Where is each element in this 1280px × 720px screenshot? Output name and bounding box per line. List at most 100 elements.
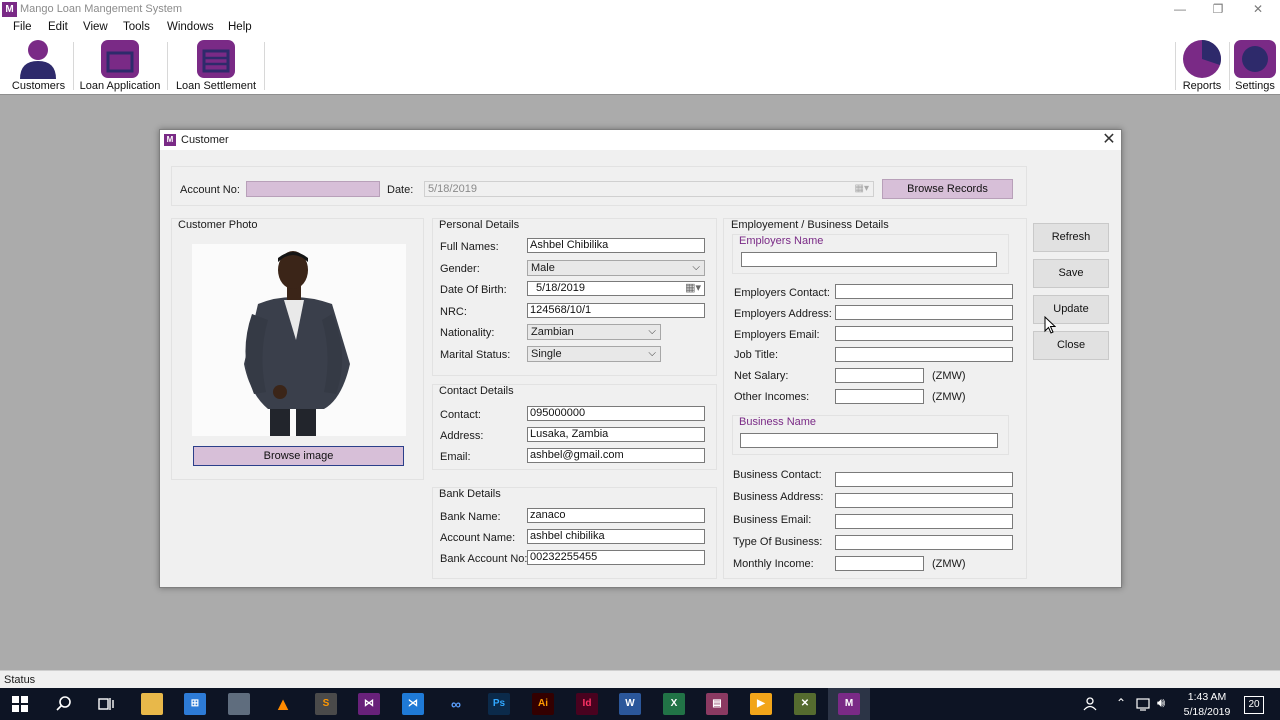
email-field[interactable]: ashbel@gmail.com bbox=[527, 448, 705, 463]
employers-name-group: Employers Name bbox=[732, 234, 1009, 274]
menu-edit[interactable]: Edit bbox=[48, 21, 68, 33]
visual-studio-icon[interactable]: ⋈ bbox=[358, 693, 380, 715]
vlc-icon[interactable]: ▲ bbox=[272, 693, 294, 715]
business-address-field[interactable] bbox=[835, 493, 1013, 508]
restore-button[interactable]: ❐ bbox=[1198, 0, 1238, 19]
store-icon[interactable]: ⊞ bbox=[184, 693, 206, 715]
menu-bar: File Edit View Tools Windows Help bbox=[0, 19, 1280, 38]
mouse-cursor-icon bbox=[1044, 316, 1056, 334]
other-incomes-field[interactable] bbox=[835, 389, 924, 404]
close-button[interactable]: Close bbox=[1033, 331, 1109, 360]
refresh-button[interactable]: Refresh bbox=[1033, 223, 1109, 252]
app-title: Mango Loan Mangement System bbox=[20, 3, 183, 15]
gender-select[interactable]: Male ⌵ bbox=[527, 260, 705, 276]
excel-icon[interactable]: X bbox=[663, 693, 685, 715]
minimize-button[interactable]: — bbox=[1160, 0, 1200, 19]
employers-name-title: Employers Name bbox=[739, 235, 824, 247]
nationality-label: Nationality: bbox=[440, 327, 495, 339]
illustrator-icon[interactable]: Ai bbox=[532, 693, 554, 715]
status-bar: Status bbox=[0, 670, 1280, 688]
account-group: Account No: Date: 5/18/2019 ▦▾ Browse Re… bbox=[171, 166, 1027, 206]
marital-status-select[interactable]: Single ⌵ bbox=[527, 346, 661, 362]
customers-button[interactable]: Customers bbox=[5, 38, 72, 94]
search-icon[interactable] bbox=[56, 696, 72, 712]
winrar-icon[interactable]: ▤ bbox=[706, 693, 728, 715]
business-name-group: Business Name bbox=[732, 415, 1009, 455]
monthly-income-field[interactable] bbox=[835, 556, 924, 571]
employers-email-field[interactable] bbox=[835, 326, 1013, 341]
toolbar-divider bbox=[73, 42, 74, 90]
nationality-select[interactable]: Zambian ⌵ bbox=[527, 324, 661, 340]
sublime-icon[interactable]: S bbox=[315, 693, 337, 715]
personal-details-title: Personal Details bbox=[439, 219, 520, 231]
menu-windows[interactable]: Windows bbox=[167, 21, 214, 33]
net-salary-field[interactable] bbox=[835, 368, 924, 383]
indesign-icon[interactable]: Id bbox=[576, 693, 598, 715]
tools-icon[interactable]: ✕ bbox=[794, 693, 816, 715]
app-close-button[interactable]: ✕ bbox=[1238, 0, 1278, 19]
dialog-close-button[interactable]: ✕ bbox=[1100, 131, 1118, 149]
settings-button[interactable]: Settings bbox=[1231, 38, 1279, 94]
media-player-icon[interactable]: ▶ bbox=[750, 693, 772, 715]
app-logo-icon: M bbox=[2, 2, 17, 17]
customer-icon bbox=[20, 40, 56, 79]
contact-field[interactable]: 095000000 bbox=[527, 406, 705, 421]
people-icon[interactable] bbox=[1082, 697, 1098, 711]
full-names-field[interactable]: Ashbel Chibilika bbox=[527, 238, 705, 253]
employers-contact-field[interactable] bbox=[835, 284, 1013, 299]
marital-status-label: Marital Status: bbox=[440, 349, 511, 361]
nrc-field[interactable]: 124568/10/1 bbox=[527, 303, 705, 318]
chevron-up-icon[interactable]: ⌃ bbox=[1116, 696, 1126, 710]
employers-address-field[interactable] bbox=[835, 305, 1013, 320]
business-name-field[interactable] bbox=[740, 433, 998, 448]
reports-button[interactable]: Reports bbox=[1177, 38, 1227, 94]
date-picker[interactable]: 5/18/2019 ▦▾ bbox=[424, 181, 874, 197]
dialog-title-bar: M Customer ✕ bbox=[160, 130, 1121, 150]
menu-view[interactable]: View bbox=[83, 21, 108, 33]
date-of-birth-picker[interactable]: 5/18/2019 ▦▾ bbox=[527, 281, 705, 296]
business-email-field[interactable] bbox=[835, 514, 1013, 529]
toolbar-divider bbox=[1175, 42, 1176, 90]
clock-date[interactable]: 5/18/2019 bbox=[1178, 706, 1236, 718]
browse-image-button[interactable]: Browse image bbox=[193, 446, 404, 466]
vscode-icon[interactable]: ⋊ bbox=[402, 693, 424, 715]
customers-label: Customers bbox=[11, 80, 66, 92]
date-value: 5/18/2019 bbox=[428, 183, 477, 195]
pie-chart-icon bbox=[1183, 40, 1221, 78]
link-icon[interactable]: ∞ bbox=[445, 693, 467, 715]
network-icon[interactable] bbox=[1136, 697, 1152, 711]
save-button[interactable]: Save bbox=[1033, 259, 1109, 288]
mango-loan-taskbar-button[interactable]: M bbox=[828, 688, 870, 720]
task-view-icon[interactable] bbox=[98, 696, 114, 712]
bank-account-no-label: Bank Account No: bbox=[440, 553, 528, 565]
loan-application-button[interactable]: Loan Application bbox=[77, 38, 163, 94]
settings-label: Settings bbox=[1235, 80, 1275, 92]
file-explorer-icon[interactable] bbox=[141, 693, 163, 715]
notification-icon[interactable]: 20 bbox=[1244, 696, 1264, 714]
account-no-field[interactable] bbox=[246, 181, 380, 197]
bank-details-title: Bank Details bbox=[439, 488, 501, 500]
clock-time[interactable]: 1:43 AM bbox=[1180, 691, 1234, 703]
business-email-label: Business Email: bbox=[733, 514, 812, 526]
loan-settlement-button[interactable]: Loan Settlement bbox=[172, 38, 260, 94]
menu-help[interactable]: Help bbox=[228, 21, 252, 33]
menu-tools[interactable]: Tools bbox=[123, 21, 150, 33]
word-icon[interactable]: W bbox=[619, 693, 641, 715]
customer-photo-group: Customer Photo Browse image bbox=[171, 218, 424, 480]
business-contact-field[interactable] bbox=[835, 472, 1013, 487]
vmware-icon[interactable] bbox=[228, 693, 250, 715]
bank-account-no-field[interactable]: 00232255455 bbox=[527, 550, 705, 565]
volume-icon[interactable]: 🔊︎ bbox=[1157, 695, 1165, 711]
windows-start-icon[interactable] bbox=[12, 696, 28, 712]
employers-name-field[interactable] bbox=[741, 252, 997, 267]
job-title-field[interactable] bbox=[835, 347, 1013, 362]
type-of-business-field[interactable] bbox=[835, 535, 1013, 550]
email-label: Email: bbox=[440, 451, 471, 463]
bank-name-field[interactable]: zanaco bbox=[527, 508, 705, 523]
menu-file[interactable]: File bbox=[13, 21, 32, 33]
browse-records-button[interactable]: Browse Records bbox=[882, 179, 1013, 199]
account-name-field[interactable]: ashbel chibilika bbox=[527, 529, 705, 544]
photoshop-icon[interactable]: Ps bbox=[488, 693, 510, 715]
address-field[interactable]: Lusaka, Zambia bbox=[527, 427, 705, 442]
net-salary-currency: (ZMW) bbox=[932, 370, 966, 382]
